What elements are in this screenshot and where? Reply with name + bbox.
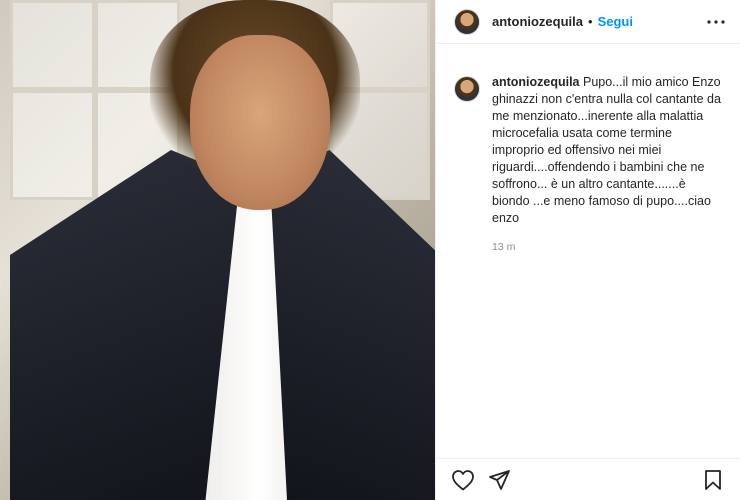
bookmark-icon[interactable] xyxy=(700,467,726,493)
follow-button[interactable]: Segui xyxy=(598,14,633,29)
separator-dot: • xyxy=(588,14,593,29)
timestamp[interactable]: 13 m xyxy=(492,239,724,256)
window-pane xyxy=(10,90,95,200)
caption-comment: antoniozequila Pupo...il mio amico Enzo … xyxy=(436,44,740,256)
caption-username[interactable]: antoniozequila xyxy=(492,75,580,89)
post-side-panel: antoniozequila • Segui antoniozequila Pu… xyxy=(435,0,740,500)
post-header: antoniozequila • Segui xyxy=(436,0,740,44)
face xyxy=(190,35,330,210)
caption-body: antoniozequila Pupo...il mio amico Enzo … xyxy=(492,74,724,256)
post-photo[interactable] xyxy=(0,0,435,500)
jacket-left xyxy=(10,150,240,500)
window-pane xyxy=(10,0,95,90)
header-username[interactable]: antoniozequila xyxy=(492,14,583,29)
more-horizontal-icon[interactable] xyxy=(706,12,726,32)
action-bar xyxy=(436,458,740,500)
heart-icon[interactable] xyxy=(450,467,476,493)
avatar[interactable] xyxy=(454,76,480,102)
jacket-right xyxy=(270,150,435,500)
paper-plane-icon[interactable] xyxy=(486,467,512,493)
caption-text: Pupo...il mio amico Enzo ghinazzi non c'… xyxy=(492,75,721,225)
avatar[interactable] xyxy=(454,8,480,35)
